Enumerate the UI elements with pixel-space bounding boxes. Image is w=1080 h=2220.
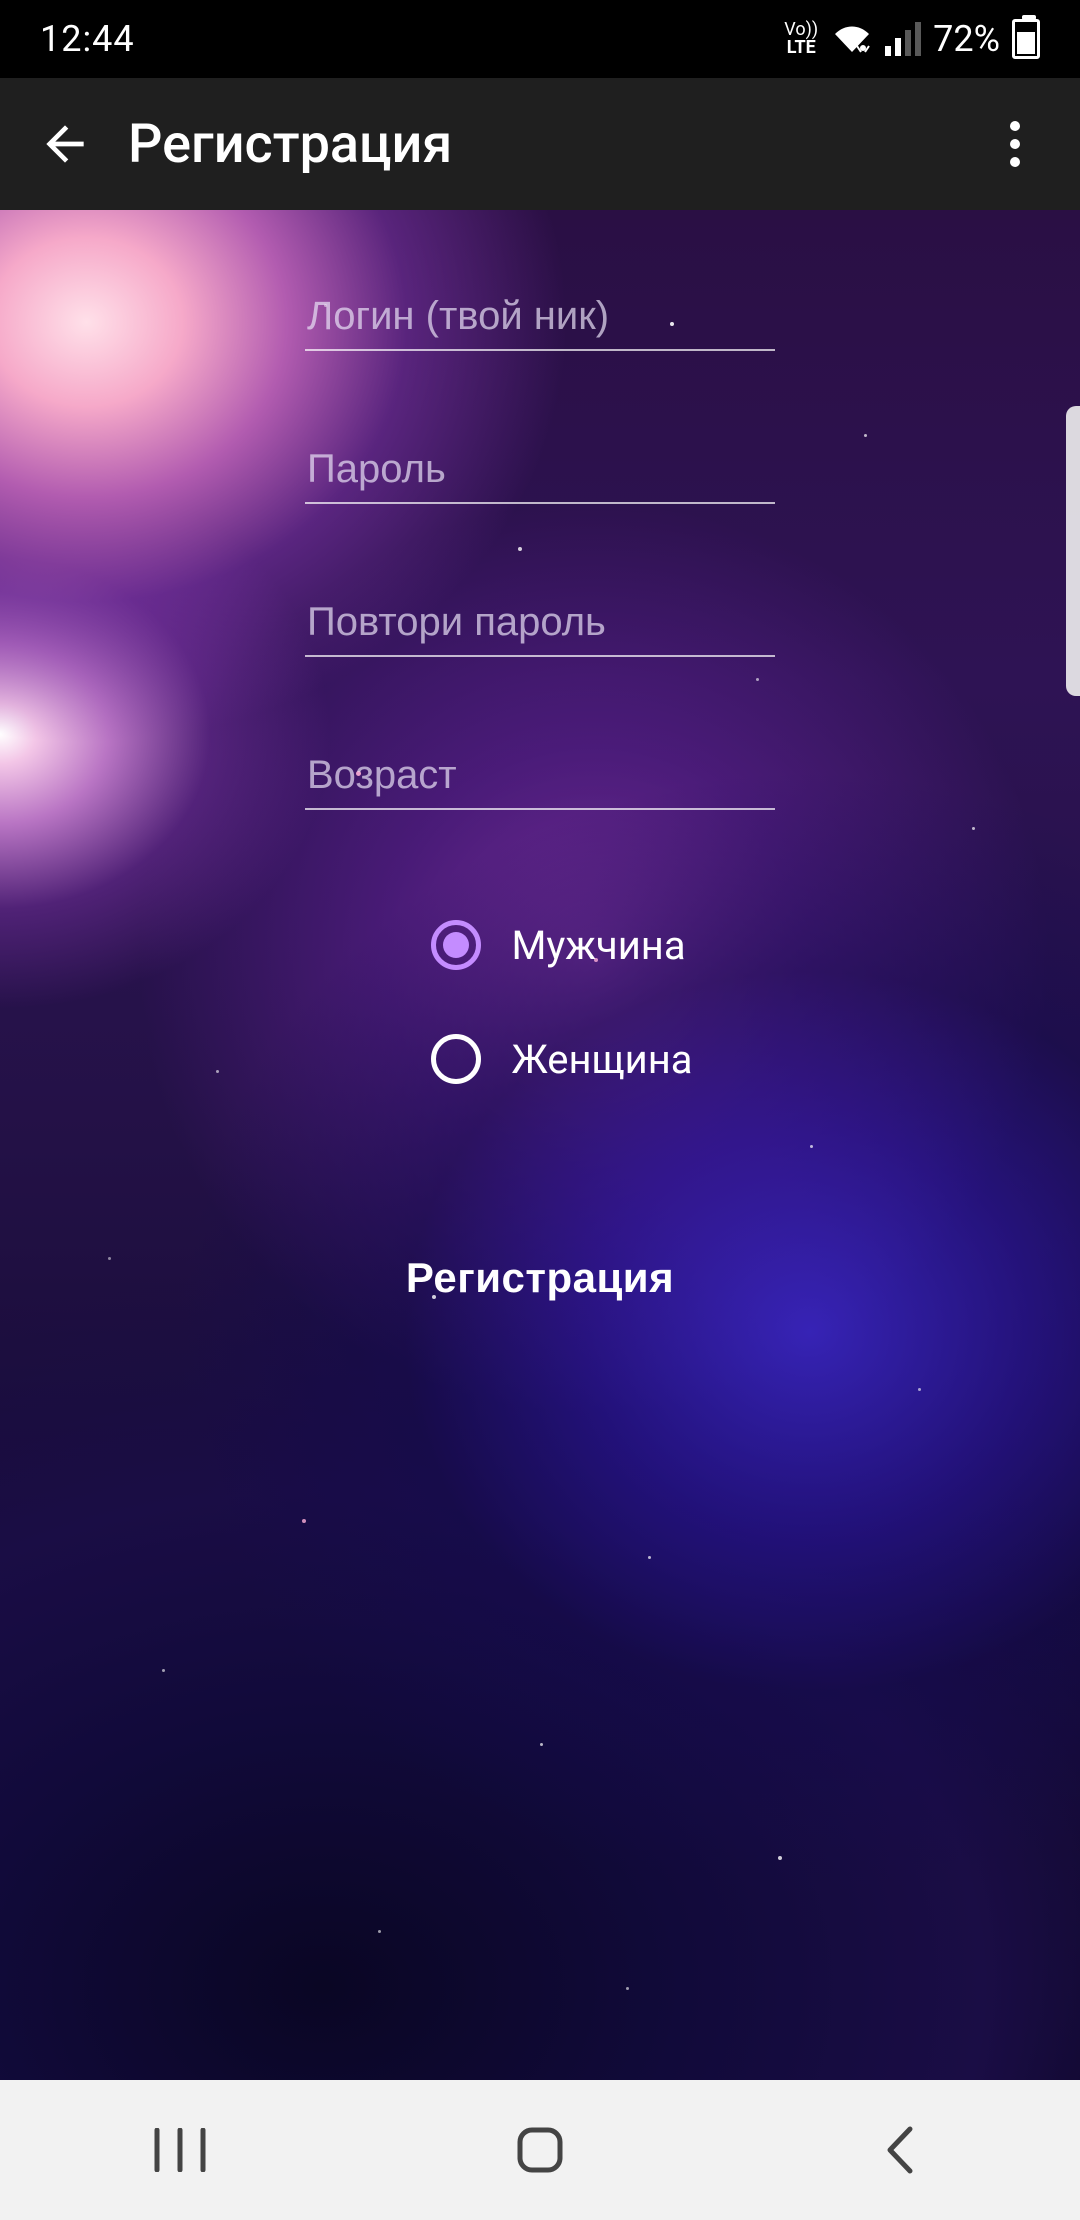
gender-radio-group: Мужчина Женщина — [431, 920, 692, 1084]
app-bar: Регистрация — [0, 78, 1080, 210]
login-input[interactable] — [305, 286, 775, 351]
submit-row: Регистрация — [406, 1254, 674, 1302]
system-nav-bar — [0, 2080, 1080, 2220]
status-right: Vo)) LTE 72% — [783, 18, 1040, 60]
password-input[interactable] — [305, 439, 775, 504]
chevron-left-icon — [882, 2125, 918, 2175]
radio-unselected-icon — [431, 1034, 481, 1084]
nav-home-button[interactable] — [440, 2110, 640, 2190]
nav-recents-button[interactable] — [80, 2110, 280, 2190]
nav-back-button[interactable] — [800, 2110, 1000, 2190]
gender-female-label: Женщина — [511, 1036, 692, 1083]
arrow-left-icon — [37, 116, 93, 172]
age-input[interactable] — [305, 745, 775, 810]
wifi-icon — [831, 22, 873, 56]
recents-icon — [153, 2128, 207, 2172]
page-title: Регистрация — [128, 113, 970, 176]
gender-male-radio[interactable]: Мужчина — [431, 920, 685, 970]
scrollbar-thumb[interactable] — [1066, 406, 1080, 696]
status-bar: 12:44 Vo)) LTE 72% — [0, 0, 1080, 78]
content-area: Мужчина Женщина Регистрация — [0, 210, 1080, 2080]
battery-percent: 72% — [933, 18, 1000, 60]
more-vert-icon — [1009, 120, 1021, 168]
radio-selected-icon — [431, 920, 481, 970]
gender-male-label: Мужчина — [511, 922, 685, 969]
registration-form: Мужчина Женщина Регистрация — [0, 210, 1080, 2080]
back-button[interactable] — [20, 99, 110, 189]
overflow-menu-button[interactable] — [970, 99, 1060, 189]
status-time: 12:44 — [40, 18, 135, 60]
home-icon — [515, 2125, 565, 2175]
volte-icon: Vo)) LTE — [783, 20, 819, 58]
repeat-password-input[interactable] — [305, 592, 775, 657]
gender-female-radio[interactable]: Женщина — [431, 1034, 692, 1084]
battery-icon — [1012, 19, 1040, 59]
signal-icon — [885, 22, 921, 56]
register-button[interactable]: Регистрация — [406, 1254, 674, 1302]
